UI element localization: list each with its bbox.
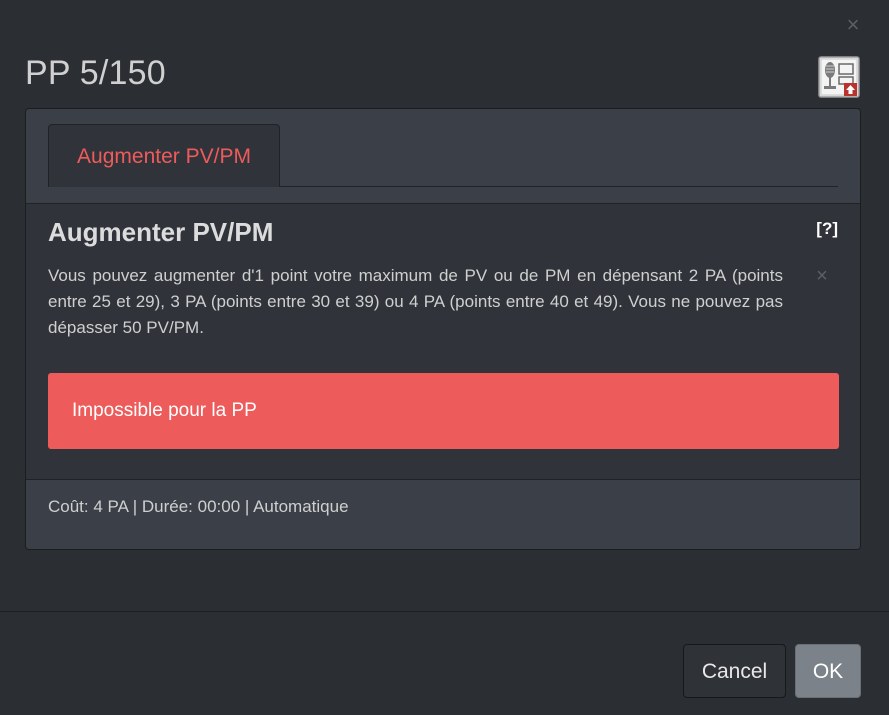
modal-footer-divider	[0, 611, 889, 612]
description-close-icon[interactable]: ×	[813, 266, 831, 286]
cancel-button[interactable]: Cancel	[683, 644, 786, 698]
tab-augmenter-pv-pm[interactable]: Augmenter PV/PM	[48, 124, 280, 187]
skill-description: Vous pouvez augmenter d'1 point votre ma…	[48, 266, 783, 337]
modal-close-icon[interactable]: ×	[842, 14, 864, 36]
microphone-upgrade-icon[interactable]	[818, 56, 860, 98]
error-alert: Impossible pour la PP	[48, 373, 839, 449]
help-link[interactable]: [?]	[816, 219, 838, 239]
section-title: Augmenter PV/PM	[48, 217, 274, 247]
skill-footer: Coût: 4 PA | Durée: 00:00 | Automatique	[26, 479, 860, 549]
skill-panel: Augmenter PV/PM Augmenter PV/PM [?] Vous…	[25, 108, 861, 550]
ok-button[interactable]: OK	[795, 644, 861, 698]
tab-bar: Augmenter PV/PM	[26, 109, 860, 204]
modal-title: PP 5/150	[25, 54, 166, 92]
